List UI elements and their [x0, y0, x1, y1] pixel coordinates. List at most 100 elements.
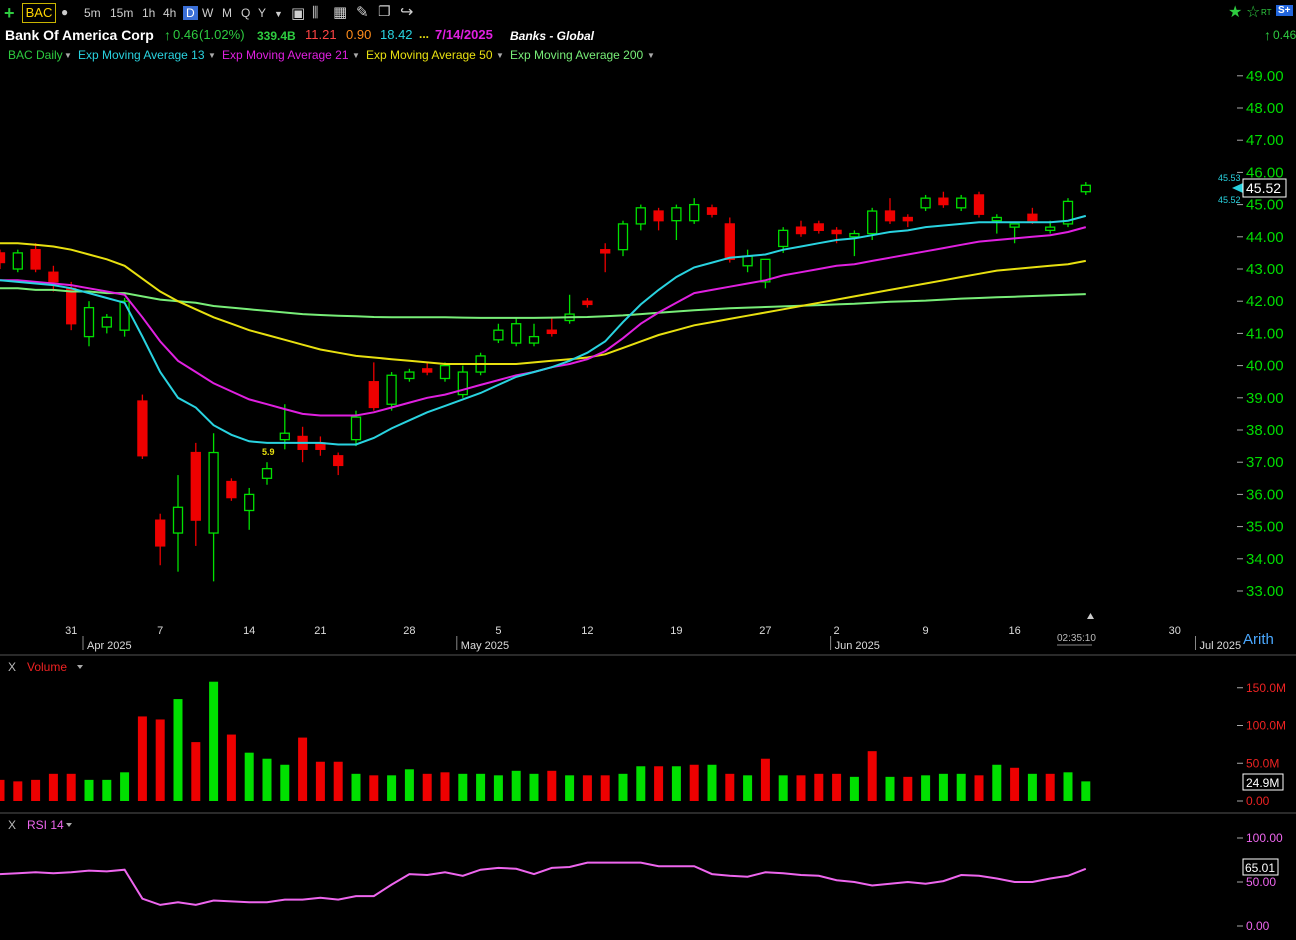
legend-ema13[interactable]: Exp Moving Average 13	[78, 48, 205, 62]
industry-label[interactable]: Banks - Global	[510, 29, 594, 43]
volume-bar[interactable]	[1063, 772, 1073, 801]
candle[interactable]	[920, 197, 931, 209]
volume-bar[interactable]	[13, 781, 23, 801]
symbol-input[interactable]: BAC	[22, 3, 56, 23]
candle[interactable]	[1045, 226, 1056, 232]
candle[interactable]	[190, 451, 201, 521]
candle[interactable]	[208, 451, 219, 534]
volume-bar[interactable]	[404, 769, 414, 801]
candle[interactable]	[48, 271, 59, 283]
volume-close-icon[interactable]: X	[8, 660, 16, 674]
event-marker-label[interactable]: 5.9	[262, 447, 275, 457]
volume-bar[interactable]	[974, 775, 984, 801]
interval-y[interactable]: Y	[258, 6, 266, 20]
interval-m[interactable]: M	[222, 6, 232, 20]
add-icon[interactable]: +	[4, 3, 15, 24]
realtime-badge[interactable]: RT	[1261, 8, 1272, 17]
volume-bar[interactable]	[440, 772, 450, 801]
candle[interactable]	[226, 480, 237, 499]
candle[interactable]	[404, 371, 415, 380]
candle[interactable]	[617, 223, 629, 251]
volume-bar[interactable]	[511, 770, 521, 801]
volume-bar[interactable]	[226, 734, 236, 801]
volume-bar[interactable]	[760, 758, 770, 801]
volume-bar[interactable]	[458, 773, 468, 801]
volume-pane[interactable]	[0, 681, 1091, 801]
volume-bar[interactable]	[102, 779, 112, 801]
volume-bar[interactable]	[992, 764, 1002, 801]
volume-bar[interactable]	[867, 751, 877, 801]
volume-bar[interactable]	[244, 752, 254, 801]
candle[interactable]	[83, 306, 95, 338]
candle[interactable]	[12, 252, 23, 270]
volume-bar[interactable]	[618, 773, 628, 801]
candle[interactable]	[493, 329, 504, 341]
volume-bar[interactable]	[137, 716, 147, 801]
chevron-down-icon[interactable]: ▼	[647, 51, 655, 60]
candle[interactable]	[137, 400, 148, 457]
interval-4h[interactable]: 4h	[163, 6, 176, 20]
volume-bar[interactable]	[547, 770, 557, 801]
volume-bar[interactable]	[796, 775, 806, 801]
candle[interactable]	[778, 229, 789, 248]
candle[interactable]	[333, 455, 344, 467]
pencil-icon[interactable]: ✎	[356, 3, 369, 21]
volume-bar[interactable]	[120, 772, 130, 801]
candle[interactable]	[66, 287, 77, 325]
volume-bar[interactable]	[31, 779, 41, 801]
candle[interactable]	[724, 223, 735, 260]
s-plus-badge[interactable]: S+	[1276, 5, 1293, 16]
volume-bar[interactable]	[280, 764, 290, 801]
candle[interactable]	[101, 316, 112, 328]
calculator-icon[interactable]: ▦	[333, 3, 347, 21]
rsi-pane-label[interactable]: RSI 14	[27, 818, 64, 832]
candle[interactable]	[849, 232, 860, 238]
candle[interactable]	[386, 374, 397, 405]
candle[interactable]	[261, 467, 273, 479]
legend-ema50[interactable]: Exp Moving Average 50	[366, 48, 493, 62]
volume-bar[interactable]	[903, 776, 913, 801]
volume-bar[interactable]	[582, 775, 592, 801]
candle[interactable]	[867, 210, 878, 235]
candle[interactable]	[422, 368, 433, 373]
chevron-down-icon[interactable]	[77, 665, 83, 669]
rsi-pane[interactable]	[0, 861, 1087, 906]
volume-bar[interactable]	[1045, 773, 1055, 801]
price-pane[interactable]	[0, 182, 1091, 582]
chevron-down-icon[interactable]	[66, 823, 72, 827]
volume-bar[interactable]	[529, 773, 539, 801]
volume-bar[interactable]	[1027, 773, 1037, 801]
legend-ema200[interactable]: Exp Moving Average 200	[510, 48, 643, 62]
candle[interactable]	[528, 335, 540, 344]
volume-bar[interactable]	[778, 775, 788, 801]
candle[interactable]	[172, 506, 184, 534]
volume-bar[interactable]	[84, 779, 94, 801]
volume-bar[interactable]	[1010, 767, 1020, 801]
scale-mode-label[interactable]: Arith	[1243, 631, 1274, 648]
candle[interactable]	[884, 210, 896, 222]
legend-ema21[interactable]: Exp Moving Average 21	[222, 48, 349, 62]
volume-bar[interactable]	[422, 773, 432, 801]
chart-canvas[interactable]: 33.00 34.00 35.00 36.00 37.00 38.00 39.00 40.00…	[0, 0, 1296, 940]
candle[interactable]	[155, 519, 166, 547]
volume-bar[interactable]	[671, 766, 681, 801]
volume-bar[interactable]	[191, 742, 201, 801]
chevron-down-icon[interactable]: ▼	[352, 51, 360, 60]
scroll-up-icon[interactable]	[1087, 613, 1094, 619]
volume-bar[interactable]	[0, 779, 5, 801]
chart-type-icon[interactable]: ▣	[291, 4, 305, 22]
interval-15m[interactable]: 15m	[110, 6, 133, 20]
candle[interactable]	[671, 207, 682, 222]
chevron-down-icon[interactable]: ▼	[274, 9, 283, 19]
bars-icon[interactable]: ⫼	[312, 4, 318, 21]
volume-bar[interactable]	[1081, 781, 1091, 801]
volume-bar[interactable]	[707, 764, 717, 801]
volume-bar[interactable]	[832, 773, 842, 801]
candle[interactable]	[795, 226, 807, 235]
candle[interactable]	[902, 216, 913, 222]
candle[interactable]	[938, 197, 949, 206]
candle[interactable]	[813, 223, 824, 232]
volume-bar[interactable]	[298, 737, 308, 801]
volume-bar[interactable]	[956, 773, 966, 801]
candle[interactable]	[30, 249, 41, 270]
